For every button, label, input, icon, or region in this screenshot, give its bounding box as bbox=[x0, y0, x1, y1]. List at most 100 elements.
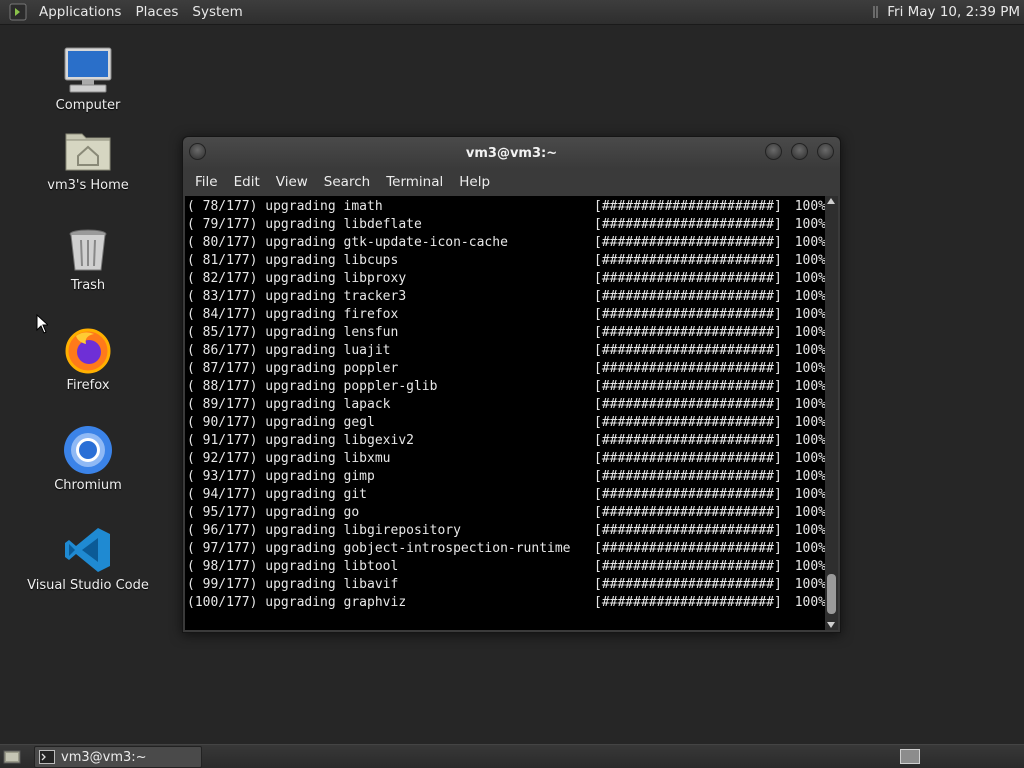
mouse-cursor-icon bbox=[36, 314, 48, 334]
scroll-down-arrow-icon[interactable] bbox=[827, 622, 835, 628]
terminal-progress-bar: [######################] bbox=[594, 451, 782, 466]
terminal-progress-bar: [######################] bbox=[594, 523, 782, 538]
terminal-line: ( 90/177) upgrading gegl [###############… bbox=[187, 414, 826, 432]
terminal-line: ( 97/177) upgrading gobject-introspectio… bbox=[187, 540, 826, 558]
terminal-progress-percent: 100% bbox=[794, 397, 826, 412]
trash-icon bbox=[62, 224, 114, 276]
terminal-progress-bar: [######################] bbox=[594, 307, 782, 322]
terminal-progress-bar: [######################] bbox=[594, 397, 782, 412]
terminal-line: ( 91/177) upgrading libgexiv2 [##########… bbox=[187, 432, 826, 450]
terminal-line-text: ( 84/177) upgrading firefox bbox=[187, 307, 399, 322]
terminal-line: ( 83/177) upgrading tracker3 [###########… bbox=[187, 288, 826, 306]
terminal-progress-percent: 100% bbox=[794, 379, 826, 394]
workspace-switcher[interactable] bbox=[900, 749, 920, 764]
terminal-progress-percent: 100% bbox=[794, 289, 826, 304]
terminal-progress-percent: 100% bbox=[794, 469, 826, 484]
terminal-progress-percent: 100% bbox=[794, 559, 826, 574]
window-title: vm3@vm3:~ bbox=[465, 145, 558, 161]
menu-edit[interactable]: Edit bbox=[226, 174, 268, 190]
terminal-progress-percent: 100% bbox=[794, 451, 826, 466]
terminal-progress-bar: [######################] bbox=[594, 253, 782, 268]
terminal-progress-bar: [######################] bbox=[594, 379, 782, 394]
terminal-line-text: ( 78/177) upgrading imath bbox=[187, 199, 383, 214]
terminal-progress-bar: [######################] bbox=[594, 541, 782, 556]
home-folder-icon bbox=[62, 124, 114, 176]
terminal-progress-bar: [######################] bbox=[594, 361, 782, 376]
menu-search[interactable]: Search bbox=[316, 174, 378, 190]
terminal-line: ( 99/177) upgrading libavif [############… bbox=[187, 576, 826, 594]
terminal-output[interactable]: ( 78/177) upgrading imath [##############… bbox=[185, 196, 826, 630]
terminal-progress-percent: 100% bbox=[794, 235, 826, 250]
clock[interactable]: Fri May 10, 2:39 PM bbox=[887, 4, 1020, 20]
terminal-progress-bar: [######################] bbox=[594, 217, 782, 232]
terminal-progress-bar: [######################] bbox=[594, 577, 782, 592]
desktop-icon-vscode[interactable]: Visual Studio Code bbox=[23, 524, 153, 593]
terminal-line-text: ( 86/177) upgrading luajit bbox=[187, 343, 391, 358]
desktop-icon-label: Chromium bbox=[54, 478, 122, 493]
terminal-icon bbox=[39, 750, 55, 764]
terminal-line-text: ( 88/177) upgrading poppler-glib bbox=[187, 379, 438, 394]
taskbar-item-terminal[interactable]: vm3@vm3:~ bbox=[34, 746, 202, 768]
terminal-progress-bar: [######################] bbox=[594, 235, 782, 250]
terminal-line-text: ( 92/177) upgrading libxmu bbox=[187, 451, 391, 466]
firefox-icon bbox=[62, 324, 114, 376]
terminal-progress-percent: 100% bbox=[794, 595, 826, 610]
terminal-progress-percent: 100% bbox=[794, 271, 826, 286]
terminal-line-text: ( 80/177) upgrading gtk-update-icon-cach… bbox=[187, 235, 508, 250]
terminal-progress-bar: [######################] bbox=[594, 469, 782, 484]
terminal-line-text: ( 93/177) upgrading gimp bbox=[187, 469, 375, 484]
desktop-icon-home[interactable]: vm3's Home bbox=[23, 124, 153, 193]
desktop-icon-chromium[interactable]: Chromium bbox=[23, 424, 153, 493]
applications-menu[interactable]: Applications bbox=[32, 0, 128, 25]
terminal-line-text: ( 79/177) upgrading libdeflate bbox=[187, 217, 422, 232]
window-titlebar[interactable]: vm3@vm3:~ bbox=[183, 137, 840, 169]
terminal-progress-percent: 100% bbox=[794, 325, 826, 340]
terminal-line: ( 95/177) upgrading go [#################… bbox=[187, 504, 826, 522]
terminal-progress-bar: [######################] bbox=[594, 487, 782, 502]
window-menu-button[interactable] bbox=[189, 143, 206, 160]
terminal-progress-bar: [######################] bbox=[594, 271, 782, 286]
system-menu[interactable]: System bbox=[185, 0, 249, 25]
taskbar-item-label: vm3@vm3:~ bbox=[61, 749, 147, 765]
terminal-line: ( 88/177) upgrading poppler-glib [#######… bbox=[187, 378, 826, 396]
menu-view[interactable]: View bbox=[268, 174, 316, 190]
terminal-progress-percent: 100% bbox=[794, 505, 826, 520]
desktop-icon-label: vm3's Home bbox=[47, 178, 129, 193]
places-menu[interactable]: Places bbox=[128, 0, 185, 25]
maximize-button[interactable] bbox=[791, 143, 808, 160]
menu-help[interactable]: Help bbox=[451, 174, 498, 190]
desktop-icon-trash[interactable]: Trash bbox=[23, 224, 153, 293]
terminal-line: ( 80/177) upgrading gtk-update-icon-cach… bbox=[187, 234, 826, 252]
terminal-progress-bar: [######################] bbox=[594, 289, 782, 304]
desktop-icon-firefox[interactable]: Firefox bbox=[23, 324, 153, 393]
terminal-line-text: ( 97/177) upgrading gobject-introspectio… bbox=[187, 541, 571, 556]
terminal-line: ( 85/177) upgrading lensfun [############… bbox=[187, 324, 826, 342]
terminal-progress-percent: 100% bbox=[794, 217, 826, 232]
terminal-scrollbar[interactable] bbox=[825, 196, 838, 630]
terminal-progress-bar: [######################] bbox=[594, 415, 782, 430]
minimize-button[interactable] bbox=[765, 143, 782, 160]
close-button[interactable] bbox=[817, 143, 834, 160]
show-desktop-icon[interactable] bbox=[2, 748, 22, 766]
terminal-line: ( 84/177) upgrading firefox [############… bbox=[187, 306, 826, 324]
terminal-line-text: ( 96/177) upgrading libgirepository bbox=[187, 523, 461, 538]
terminal-progress-percent: 100% bbox=[794, 415, 826, 430]
terminal-line: ( 86/177) upgrading luajit [#############… bbox=[187, 342, 826, 360]
scrollbar-thumb[interactable] bbox=[827, 574, 836, 614]
terminal-progress-bar: [######################] bbox=[594, 343, 782, 358]
terminal-line: ( 78/177) upgrading imath [##############… bbox=[187, 198, 826, 216]
terminal-line-text: ( 85/177) upgrading lensfun bbox=[187, 325, 399, 340]
desktop-icon-label: Visual Studio Code bbox=[27, 578, 149, 593]
terminal-line-text: ( 83/177) upgrading tracker3 bbox=[187, 289, 407, 304]
terminal-line: ( 94/177) upgrading git [################… bbox=[187, 486, 826, 504]
terminal-progress-percent: 100% bbox=[794, 361, 826, 376]
terminal-progress-percent: 100% bbox=[794, 541, 826, 556]
terminal-window[interactable]: vm3@vm3:~ File Edit View Search Terminal… bbox=[182, 136, 841, 633]
menu-terminal[interactable]: Terminal bbox=[378, 174, 451, 190]
terminal-progress-bar: [######################] bbox=[594, 199, 782, 214]
scroll-up-arrow-icon[interactable] bbox=[827, 198, 835, 204]
terminal-progress-percent: 100% bbox=[794, 199, 826, 214]
terminal-launcher-icon[interactable] bbox=[8, 2, 28, 22]
desktop-icon-computer[interactable]: Computer bbox=[23, 44, 153, 113]
menu-file[interactable]: File bbox=[187, 174, 226, 190]
